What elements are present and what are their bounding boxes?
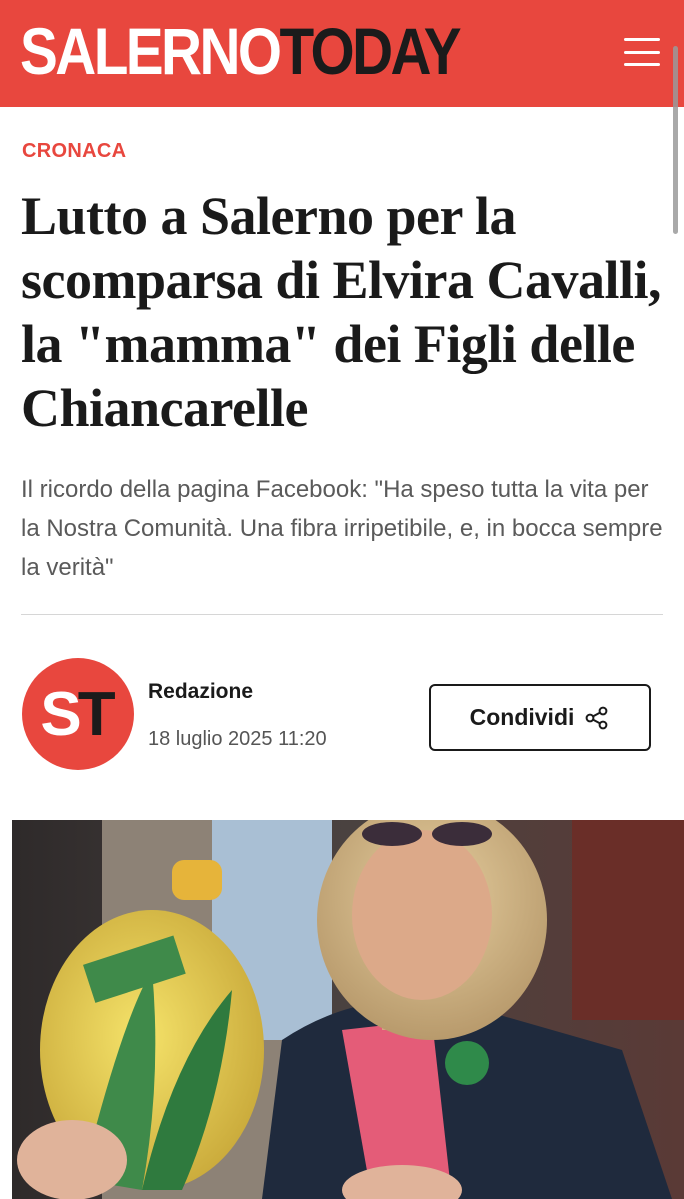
avatar-letter-t: T <box>77 679 116 749</box>
scrollbar[interactable] <box>673 46 678 234</box>
logo-today: TODAY <box>279 14 461 88</box>
logo-salerno: SALERNO <box>20 14 282 88</box>
site-logo[interactable]: SALERNO TODAY <box>20 14 462 88</box>
menu-line <box>624 38 660 41</box>
share-button[interactable]: Condividi <box>429 684 651 751</box>
avatar-letter-s: S <box>40 679 81 749</box>
site-header: SALERNO TODAY <box>0 0 684 107</box>
menu-line <box>624 50 660 54</box>
publish-date: 18 luglio 2025 11:20 <box>148 728 327 750</box>
menu-line <box>624 63 660 66</box>
author-avatar[interactable]: ST <box>22 658 134 770</box>
author-name[interactable]: Redazione <box>148 680 253 704</box>
article-title: Lutto a Salerno per la scomparsa di Elvi… <box>21 186 662 438</box>
article-subtitle: Il ricordo della pagina Facebook: "Ha sp… <box>21 476 663 581</box>
share-label: Condividi <box>469 704 575 730</box>
share-icon <box>584 705 610 731</box>
hamburger-menu-icon[interactable] <box>624 38 660 66</box>
divider <box>21 614 663 615</box>
category-link[interactable]: CRONACA <box>22 140 126 163</box>
article-photo[interactable] <box>12 820 684 1199</box>
